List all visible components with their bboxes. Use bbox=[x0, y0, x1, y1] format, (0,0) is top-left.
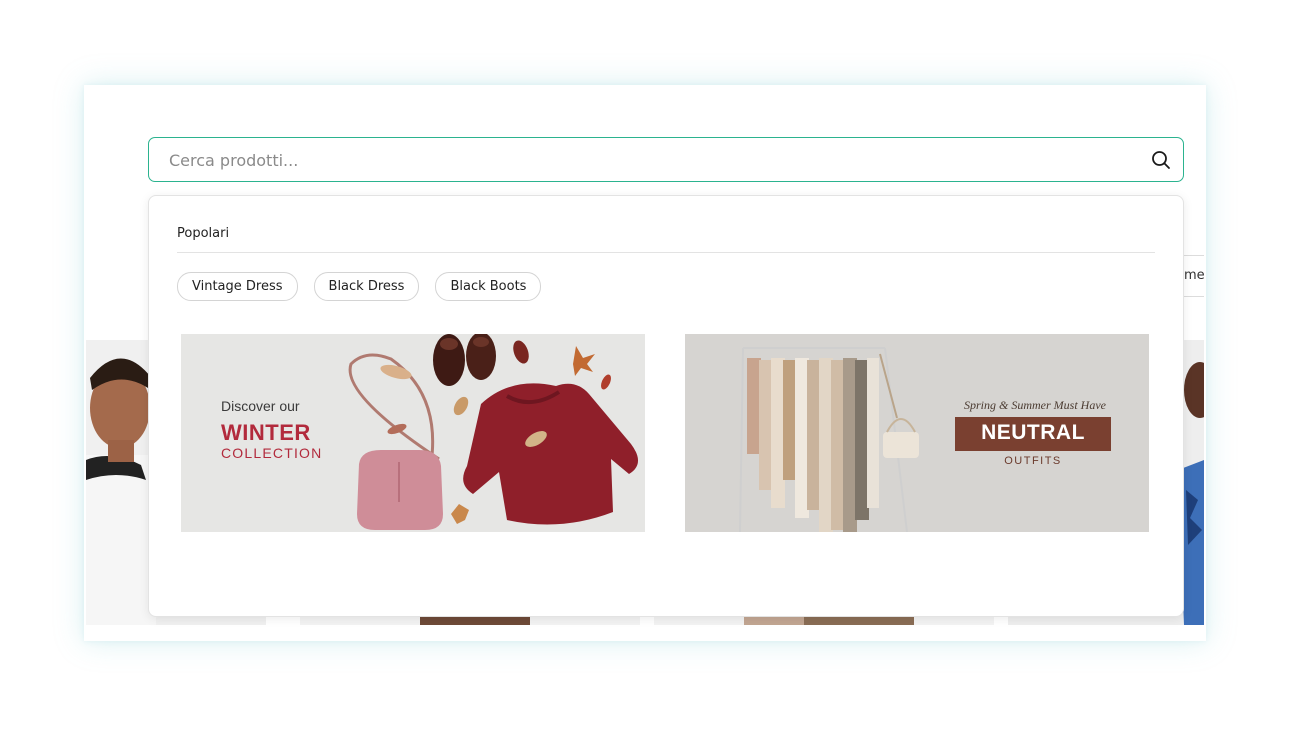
page-card: me Popolari Vintage Dress Black Dress Bl… bbox=[84, 85, 1206, 641]
search-suggestions-dropdown: Popolari Vintage Dress Black Dress Black… bbox=[148, 195, 1184, 617]
search-bar bbox=[148, 137, 1184, 183]
divider bbox=[177, 252, 1155, 253]
banner-neutral-line3: OUTFITS bbox=[1004, 455, 1062, 467]
banner-winter-line2: WINTER bbox=[221, 420, 311, 445]
banner-winter-line1: Discover our bbox=[221, 398, 300, 414]
banner-winter-line3: COLLECTION bbox=[221, 445, 323, 461]
search-input[interactable] bbox=[167, 138, 1131, 183]
banner-neutral-line2: NEUTRAL bbox=[981, 421, 1085, 444]
banner-winter-collection[interactable]: Discover our WINTER COLLECTION bbox=[181, 334, 645, 532]
chip-black-dress[interactable]: Black Dress bbox=[313, 272, 420, 301]
banner-neutral-outfits[interactable]: Spring & Summer Must Have NEUTRAL OUTFIT… bbox=[685, 334, 1149, 532]
search-button[interactable] bbox=[1149, 148, 1173, 172]
chip-black-boots[interactable]: Black Boots bbox=[435, 272, 542, 301]
popular-chips: Vintage Dress Black Dress Black Boots bbox=[177, 272, 542, 301]
search-icon bbox=[1152, 151, 1170, 169]
banner-neutral-line1: Spring & Summer Must Have bbox=[964, 398, 1106, 412]
chip-vintage-dress[interactable]: Vintage Dress bbox=[177, 272, 298, 301]
menu-item-fragment[interactable]: me bbox=[1184, 268, 1205, 283]
popular-heading: Popolari bbox=[177, 226, 230, 241]
